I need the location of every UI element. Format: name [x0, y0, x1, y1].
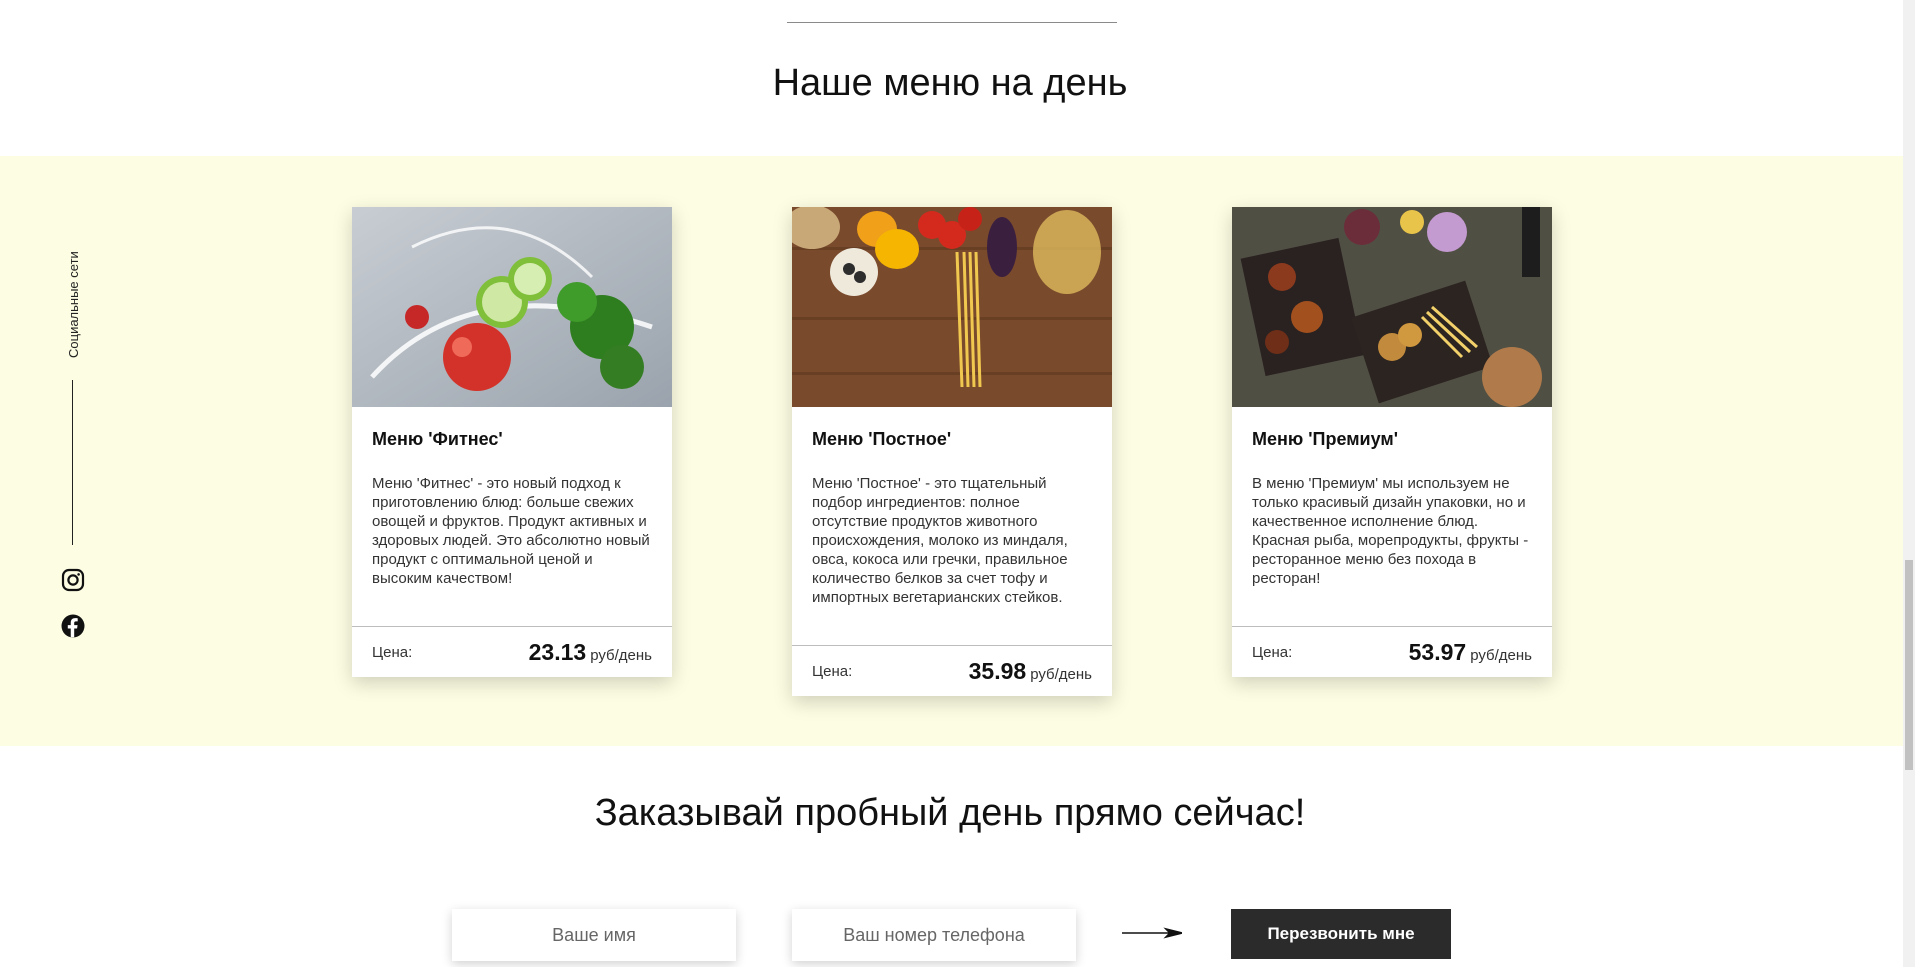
- phone-input[interactable]: [792, 909, 1076, 961]
- card-title: Меню 'Постное': [812, 429, 952, 449]
- price-unit: руб/день: [1470, 646, 1532, 664]
- card-title: Меню 'Фитнес': [372, 429, 503, 449]
- social-divider: [72, 380, 73, 545]
- price-label: Цена:: [812, 662, 853, 680]
- price-label: Цена:: [372, 643, 413, 661]
- name-input[interactable]: [452, 909, 736, 961]
- arrow-right-icon: [1122, 927, 1182, 939]
- menu-card-fitness[interactable]: Меню 'Фитнес' Меню 'Фитнес' - это новый …: [352, 207, 672, 677]
- price-amount: 35.98 руб/день: [969, 658, 1092, 685]
- price-amount: 53.97 руб/день: [1409, 639, 1532, 666]
- price-unit: руб/день: [590, 646, 652, 664]
- price-label: Цена:: [1252, 643, 1293, 661]
- scrollbar[interactable]: [1903, 0, 1915, 967]
- menu-card-premium[interactable]: Меню 'Премиум' В меню 'Премиум' мы испол…: [1232, 207, 1552, 677]
- price-row: Цена: 53.97 руб/день: [1232, 626, 1552, 677]
- scrollbar-thumb[interactable]: [1905, 560, 1913, 770]
- menu-card-lenten[interactable]: Меню 'Постное' Меню 'Постное' - это тщат…: [792, 207, 1112, 696]
- card-description: Меню 'Постное' - это тщательный подбор и…: [812, 475, 1068, 606]
- callback-button[interactable]: Перезвонить мне: [1231, 909, 1451, 959]
- menu-section-title: Наше меню на день: [772, 62, 1128, 104]
- price-unit: руб/день: [1030, 665, 1092, 683]
- instagram-icon[interactable]: [61, 568, 85, 592]
- social-label: Социальные сети: [66, 251, 81, 358]
- price-value: 23.13: [528, 638, 587, 665]
- lenten-ingredients-image: [792, 207, 1112, 407]
- facebook-icon[interactable]: [61, 614, 85, 638]
- price-row: Цена: 35.98 руб/день: [792, 645, 1112, 696]
- section-divider: [787, 22, 1117, 23]
- card-description: В меню 'Премиум' мы используем не только…: [1252, 475, 1529, 587]
- order-section-title: Заказывай пробный день прямо сейчас!: [594, 792, 1306, 834]
- fitness-salad-image: [352, 207, 672, 407]
- price-value: 35.98: [968, 657, 1027, 684]
- price-value: 53.97: [1408, 638, 1467, 665]
- premium-platter-image: [1232, 207, 1552, 407]
- price-row: Цена: 23.13 руб/день: [352, 626, 672, 677]
- price-amount: 23.13 руб/день: [529, 639, 652, 666]
- card-description: Меню 'Фитнес' - это новый подход к приго…: [372, 475, 650, 587]
- card-title: Меню 'Премиум': [1252, 429, 1398, 449]
